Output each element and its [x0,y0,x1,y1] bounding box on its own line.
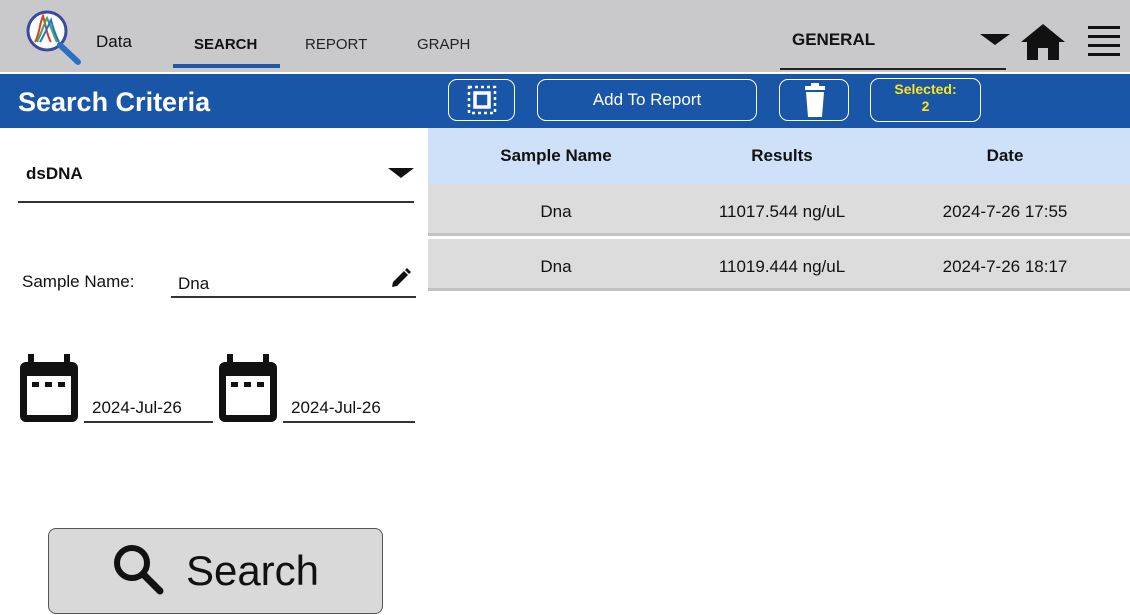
table-row[interactable]: Dna 11017.544 ng/uL 2024-7-26 17:55 [428,184,1130,236]
add-to-report-button[interactable]: Add To Report [537,79,757,121]
selected-label: Selected: [894,81,957,97]
sample-name-underline [171,296,416,298]
home-icon[interactable] [1020,22,1066,67]
column-header-results[interactable]: Results [684,146,880,166]
selected-count-badge: Selected: 2 [870,78,981,122]
calendar-icon[interactable] [18,354,80,429]
cell-sample-name: Dna [540,257,572,276]
select-all-icon [467,85,497,115]
cell-date: 2024-7-26 17:55 [942,202,1068,221]
calendar-icon[interactable] [217,354,279,429]
selected-count: 2 [921,98,930,114]
date-from-field[interactable]: 2024-Jul-26 [92,398,182,418]
date-to-underline [283,421,415,423]
column-header-date[interactable]: Date [880,146,1130,166]
search-button-label: Search [185,547,320,594]
mode-dropdown[interactable]: GENERAL [792,30,875,50]
tab-graph[interactable]: GRAPH [417,36,470,53]
cell-sample-name: Dna [540,202,572,221]
app-logo-icon [20,6,86,68]
date-to-field[interactable]: 2024-Jul-26 [291,398,381,418]
chevron-down-icon[interactable] [980,32,1010,51]
column-header-sample-name[interactable]: Sample Name [428,146,684,166]
assay-dropdown-underline [18,201,414,203]
table-header: Sample Name Results Date [428,128,1130,184]
tab-report[interactable]: REPORT [305,36,367,53]
mode-dropdown-underline [780,68,1006,70]
chevron-down-icon[interactable] [388,166,414,184]
cell-result: 11019.444 ng/uL [718,257,846,276]
search-icon [112,543,164,600]
sample-name-input[interactable]: Dna [178,274,209,294]
tab-search[interactable]: SEARCH [194,36,257,53]
select-all-button[interactable] [448,79,515,121]
cell-result: 11017.544 ng/uL [718,202,846,221]
cell-date: 2024-7-26 18:17 [942,257,1068,276]
table-row[interactable]: Dna 11019.444 ng/uL 2024-7-26 18:17 [428,239,1130,291]
page-title: Search Criteria [18,87,211,117]
active-tab-indicator [173,64,280,68]
sample-name-label: Sample Name: [22,272,135,291]
trash-icon [805,83,825,117]
delete-button[interactable] [779,79,849,121]
assay-dropdown[interactable]: dsDNA [26,164,83,184]
search-button[interactable]: Search [48,528,383,614]
date-from-underline [84,421,213,423]
hamburger-menu-icon[interactable] [1088,24,1120,63]
top-app-bar: Data SEARCH REPORT GRAPH GENERAL [0,0,1130,72]
pencil-icon[interactable] [389,268,411,295]
app-title: Data [96,32,132,51]
